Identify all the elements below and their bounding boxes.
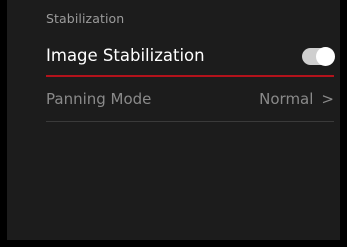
camera-screen: Stabilization Image Stabilization Pannin… (0, 0, 347, 247)
selection-underline (46, 75, 334, 77)
panning-mode-value: Normal (259, 90, 314, 108)
image-stabilization-row[interactable]: Image Stabilization (46, 42, 335, 77)
image-stabilization-toggle[interactable] (302, 47, 335, 66)
panning-mode-row[interactable]: Panning Mode Normal > (46, 80, 334, 122)
toggle-knob (316, 47, 335, 66)
panning-mode-label: Panning Mode (46, 90, 152, 108)
chevron-right-icon: > (321, 90, 334, 108)
row-divider (46, 121, 334, 122)
section-title: Stabilization (46, 11, 125, 26)
panning-mode-value-wrap: Normal > (259, 90, 334, 108)
image-stabilization-label: Image Stabilization (46, 46, 205, 65)
